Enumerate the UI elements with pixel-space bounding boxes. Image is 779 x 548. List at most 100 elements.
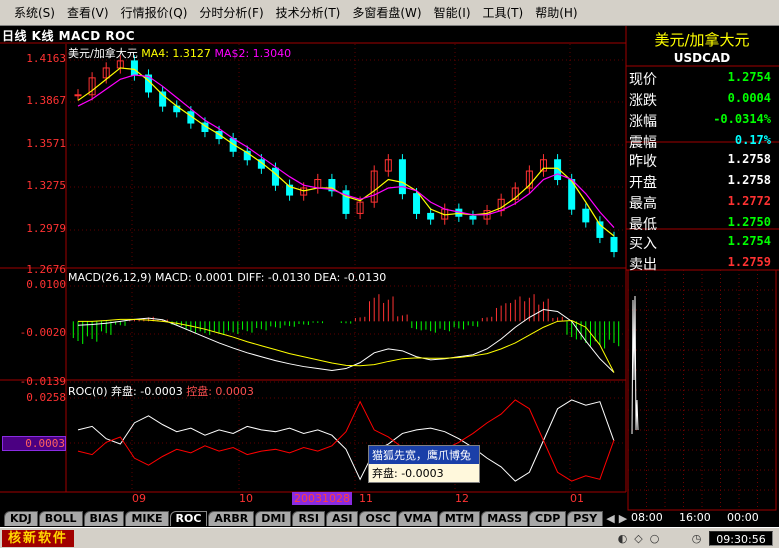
price-ytick: 1.4163 <box>26 52 66 65</box>
roc-ytick-cursor: 0.0003 <box>2 436 66 451</box>
candle-body <box>582 208 590 223</box>
quote-row: 开盘 1.2758 <box>627 171 777 191</box>
quote-row: 震幅 0.17% <box>627 131 777 151</box>
tooltip-title: 猫狐先宽，鹰爪博兔 <box>369 446 479 464</box>
quote-label: 开盘 <box>629 175 657 191</box>
clock-time: 09:30:56 <box>709 531 773 546</box>
quote-value: -0.0314% <box>713 112 771 126</box>
status-bar: 核新软件 ◐ ◇ ○ ◷ 09:30:56 <box>0 527 779 548</box>
roc-legend-main: ROC(0) 弃盘: -0.0003 <box>68 385 183 398</box>
brand-logo: 核新软件 <box>2 530 75 547</box>
tab-cdp[interactable]: CDP <box>529 510 567 526</box>
quote-label: 卖出 <box>629 257 657 273</box>
x-label: 10 <box>239 492 253 505</box>
price-ytick: 1.3275 <box>26 179 66 192</box>
roc-legend-control: 控盘: 0.0003 <box>186 385 254 398</box>
quote-label: 买入 <box>629 236 657 252</box>
quote-name: 美元/加拿大元 <box>654 31 750 49</box>
quote-panel: 美元/加拿大元 USDCAD 现价 1.2754 涨跌 0.0004 涨幅 -0.0314… <box>627 26 779 524</box>
roc-control-line <box>77 399 615 482</box>
tab-boll[interactable]: BOLL <box>38 510 83 526</box>
tab-vma[interactable]: VMA <box>397 510 438 526</box>
candle-body <box>413 193 421 214</box>
mini-time-label: 00:00 <box>727 511 759 524</box>
macd-ytick: -0.0139 <box>19 375 66 388</box>
macd-ytick: -0.0020 <box>19 326 66 339</box>
roc-abandon-line <box>77 399 615 482</box>
tab-scroll-left-icon[interactable]: ◀ <box>604 512 616 525</box>
x-label: 12 <box>455 492 469 505</box>
tab-asi[interactable]: ASI <box>325 510 359 526</box>
info-icon[interactable]: ○ <box>648 532 661 545</box>
price-legend-ma42: MA$2: 1.3040 <box>214 47 292 60</box>
quote-row: 卖出 1.2759 <box>627 253 777 273</box>
x-label: 01 <box>570 492 584 505</box>
candle-body <box>427 212 435 220</box>
quote-value: 1.2758 <box>727 173 771 187</box>
tab-mike[interactable]: MIKE <box>125 510 169 526</box>
network-icon[interactable]: ◇ <box>632 532 645 545</box>
tab-kdj[interactable]: KDJ <box>4 510 38 526</box>
tab-psy[interactable]: PSY <box>567 510 604 526</box>
cursor-tooltip: 猫狐先宽，鹰爪博兔 弃盘: -0.0003 <box>368 445 480 483</box>
tab-osc[interactable]: OSC <box>359 510 397 526</box>
x-label: 11 <box>359 492 373 505</box>
quote-row: 涨幅 -0.0314% <box>627 110 777 130</box>
indicator-tabs: KDJ BOLL BIAS MIKE ROC ARBR DMI RSI ASI … <box>0 510 629 526</box>
quote-row: 昨收 1.2758 <box>627 150 777 170</box>
candle-body <box>271 167 279 186</box>
quote-label: 现价 <box>629 72 657 88</box>
speaker-icon[interactable]: ◐ <box>616 532 629 545</box>
mini-time-label: 08:00 <box>631 511 663 524</box>
x-label: 09 <box>132 492 146 505</box>
tab-rsi[interactable]: RSI <box>292 510 325 526</box>
roc-legend: ROC(0) 弃盘: -0.0003 控盘: 0.0003 <box>68 383 254 399</box>
tooltip-body: 弃盘: -0.0003 <box>372 467 444 480</box>
candle-body <box>398 159 406 195</box>
quote-label: 涨跌 <box>629 93 657 109</box>
candle-body <box>130 60 138 76</box>
price-ytick: 1.2676 <box>26 263 66 276</box>
price-legend: 美元/加拿大元 MA4: 1.3127 MA$2: 1.3040 <box>68 45 291 61</box>
tab-dmi[interactable]: DMI <box>255 510 292 526</box>
price-ytick: 1.3571 <box>26 137 66 150</box>
candle-body <box>469 215 477 220</box>
quote-value: 0.17% <box>734 133 771 147</box>
candle-body <box>74 94 82 97</box>
x-axis: 09 10 20031028 11 12 01 <box>66 492 626 508</box>
quote-label: 最低 <box>629 217 657 233</box>
price-ytick: 1.2979 <box>26 222 66 235</box>
tab-arbr[interactable]: ARBR <box>208 510 255 526</box>
price-legend-ma4: MA4: 1.3127 <box>141 47 211 60</box>
quote-value: 1.2759 <box>727 255 771 269</box>
price-panel <box>74 55 618 258</box>
quote-value: 0.0004 <box>727 91 771 105</box>
quote-row: 最高 1.2772 <box>627 192 777 212</box>
roc-ytick: 0.0258 <box>26 391 66 404</box>
quote-label: 震幅 <box>629 135 657 151</box>
quote-value: 1.2772 <box>727 194 771 208</box>
macd-ytick: 0.0100 <box>26 278 66 291</box>
tab-roc[interactable]: ROC <box>169 510 208 526</box>
quote-label: 涨幅 <box>629 114 657 130</box>
quote-row: 涨跌 0.0004 <box>627 89 777 109</box>
quote-value: 1.2758 <box>727 152 771 166</box>
quote-label: 最高 <box>629 196 657 212</box>
tab-mtm[interactable]: MTM <box>438 510 481 526</box>
quote-row: 买入 1.2754 <box>627 232 777 252</box>
candle-body <box>610 236 618 253</box>
quote-value: 1.2754 <box>727 70 771 84</box>
clock-icon: ◷ <box>691 532 702 545</box>
price-ytick: 1.3867 <box>26 94 66 107</box>
roc-panel <box>77 399 615 482</box>
tab-bias[interactable]: BIAS <box>83 510 125 526</box>
tab-scroll-right-icon[interactable]: ▶ <box>617 512 629 525</box>
mini-time-label: 16:00 <box>679 511 711 524</box>
macd-panel <box>72 294 620 373</box>
quote-value: 1.2750 <box>727 215 771 229</box>
quote-row: 最低 1.2750 <box>627 213 777 233</box>
quote-label: 昨收 <box>629 154 657 170</box>
quote-value: 1.2754 <box>727 234 771 248</box>
tab-mass[interactable]: MASS <box>481 510 529 526</box>
dea-line <box>78 318 615 373</box>
